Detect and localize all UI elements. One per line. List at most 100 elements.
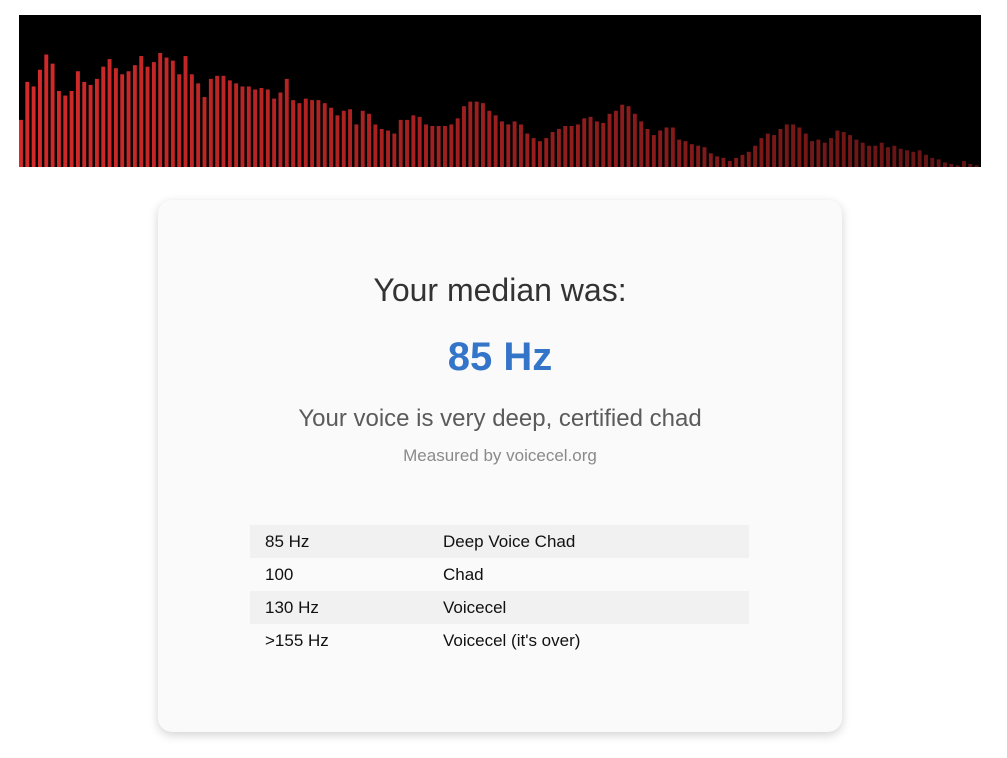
frequency-bar xyxy=(75,71,80,167)
frequency-bar xyxy=(31,86,36,167)
frequency-bar xyxy=(164,57,169,167)
frequency-bar xyxy=(493,115,498,167)
frequency-bar xyxy=(911,151,916,167)
frequency-bar xyxy=(784,124,789,167)
frequency-bar xyxy=(778,129,783,167)
frequency-bar xyxy=(481,103,485,167)
frequency-bar xyxy=(50,63,55,167)
frequency-bar xyxy=(759,138,764,167)
frequency-bar xyxy=(189,74,194,167)
frequency-bar xyxy=(892,145,897,167)
frequency-bar xyxy=(196,83,201,167)
frequency-bar xyxy=(132,65,137,167)
label-cell: Voicecel xyxy=(428,591,749,624)
frequency-bar xyxy=(936,159,941,167)
frequency-bar xyxy=(430,125,435,167)
frequency-bar xyxy=(246,86,251,167)
frequency-bar xyxy=(259,87,264,167)
frequency-bar xyxy=(905,150,909,167)
frequency-bar xyxy=(898,148,903,167)
frequency-cell: >155 Hz xyxy=(265,630,329,650)
table-row: 85 Hz Deep Voice Chad xyxy=(250,525,749,558)
frequency-bar xyxy=(215,75,220,167)
frequency-bar xyxy=(145,66,150,167)
voice-verdict: Your voice is very deep, certified chad xyxy=(298,405,702,432)
frequency-bar xyxy=(658,130,663,167)
frequency-bar xyxy=(569,125,574,167)
frequency-bar xyxy=(82,81,87,167)
frequency-bar xyxy=(772,135,777,167)
frequency-bar xyxy=(791,124,796,167)
frequency-bar xyxy=(101,66,106,167)
frequency-bar xyxy=(322,103,327,167)
frequency-bar xyxy=(708,153,713,167)
frequency-bar xyxy=(873,145,878,167)
frequency-bar xyxy=(417,116,422,167)
frequency-bar xyxy=(822,142,827,167)
frequency-bar xyxy=(810,141,815,167)
frequency-bar xyxy=(234,83,239,167)
frequency-cell: 130 Hz xyxy=(250,591,428,624)
frequency-bar xyxy=(405,119,409,167)
frequency-bar xyxy=(398,119,403,167)
frequency-bar xyxy=(702,147,707,167)
frequency-bar xyxy=(88,84,93,167)
frequency-bar xyxy=(474,101,479,167)
frequency-bar xyxy=(879,142,884,167)
frequency-bar xyxy=(183,56,188,167)
table-row: 130 Hz Voicecel xyxy=(250,591,749,624)
frequency-bar xyxy=(962,160,966,167)
frequency-bar xyxy=(272,98,277,167)
frequency-bar xyxy=(69,91,74,167)
frequency-bar xyxy=(835,130,840,167)
label-cell: Deep Voice Chad xyxy=(428,525,749,558)
frequency-bar xyxy=(265,89,270,167)
frequency-bar xyxy=(19,119,23,167)
frequency-bar xyxy=(696,145,701,167)
frequency-bar xyxy=(221,75,226,167)
frequency-bar xyxy=(841,132,846,167)
frequency-bar xyxy=(177,74,182,167)
frequency-bar xyxy=(151,62,156,167)
frequency-bar xyxy=(563,125,568,167)
frequency-bar xyxy=(367,113,372,167)
frequency-bar xyxy=(487,110,492,167)
frequency-bar xyxy=(588,116,593,167)
frequency-cell: 100 xyxy=(265,564,294,584)
frequency-bar xyxy=(607,113,612,167)
frequency-bar xyxy=(170,60,175,167)
frequency-bar xyxy=(360,110,365,167)
frequency-bar xyxy=(664,127,669,167)
frequency-bar xyxy=(462,106,466,167)
frequency-bar xyxy=(848,135,853,167)
frequency-bar xyxy=(208,78,213,167)
frequency-bar xyxy=(25,81,30,167)
frequency-bar xyxy=(829,138,834,167)
frequency-bar xyxy=(335,115,340,167)
frequency-bar xyxy=(139,56,144,167)
frequency-bar xyxy=(373,124,378,167)
frequency-bar xyxy=(930,157,935,167)
frequency-bar xyxy=(601,122,606,167)
result-headline: Your median was: xyxy=(373,272,627,308)
frequency-bar xyxy=(753,145,758,167)
frequency-bar xyxy=(341,110,346,167)
frequency-bar xyxy=(411,115,416,167)
frequency-bars xyxy=(19,53,979,167)
frequency-bar xyxy=(278,92,283,167)
frequency-bar xyxy=(955,165,960,167)
frequency-bar xyxy=(107,59,112,167)
frequency-bar xyxy=(348,109,353,167)
frequency-bar xyxy=(63,95,68,167)
frequency-bar xyxy=(854,139,859,167)
frequency-bar xyxy=(227,80,232,167)
audio-visualizer xyxy=(19,15,981,167)
reference-table: 85 Hz Deep Voice Chad 100 Chad 130 Hz Vo… xyxy=(250,525,749,657)
frequency-bar xyxy=(449,124,454,167)
frequency-bar xyxy=(443,125,447,167)
frequency-bar xyxy=(455,118,460,167)
frequency-bar xyxy=(379,129,384,167)
median-frequency-value: 85 Hz xyxy=(447,335,553,379)
frequency-bar xyxy=(310,100,315,167)
frequency-bar xyxy=(94,78,99,167)
